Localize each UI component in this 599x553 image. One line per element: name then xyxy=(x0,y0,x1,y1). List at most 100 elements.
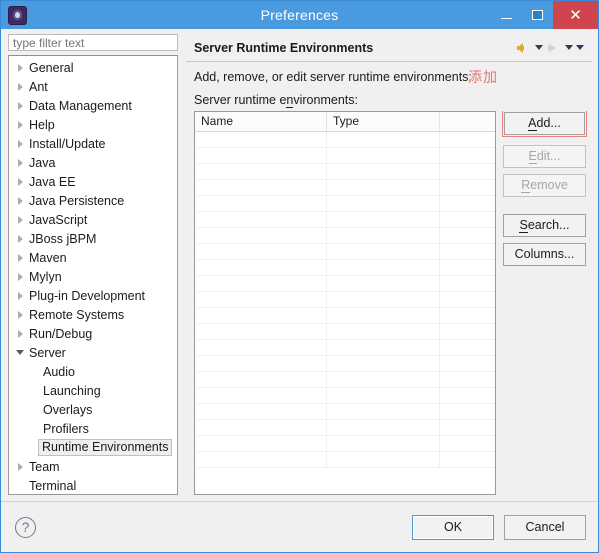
sidebar-item-label: Java EE xyxy=(29,174,76,189)
table-row[interactable] xyxy=(195,308,495,324)
chevron-right-icon[interactable] xyxy=(13,82,27,91)
edit-button: Edit... xyxy=(503,145,586,168)
minimize-icon xyxy=(501,18,512,19)
chevron-right-icon[interactable] xyxy=(13,196,27,205)
sidebar-item-data-management[interactable]: Data Management xyxy=(9,96,177,115)
help-question-icon[interactable]: ? xyxy=(15,516,36,538)
chevron-right-icon[interactable] xyxy=(13,462,27,471)
runtime-environments-table[interactable]: Name Type xyxy=(194,111,496,496)
filter-input[interactable] xyxy=(8,34,178,52)
ok-button[interactable]: OK xyxy=(412,514,494,540)
table-row[interactable] xyxy=(195,372,495,388)
add-button[interactable]: Add... xyxy=(504,112,585,135)
sidebar-item-team[interactable]: Team xyxy=(9,457,177,476)
sidebar-item-overlays[interactable]: Overlays xyxy=(9,400,177,419)
sidebar-item-maven[interactable]: Maven xyxy=(9,248,177,267)
sidebar-item-java[interactable]: Java xyxy=(9,153,177,172)
sidebar-item-plug-in-development[interactable]: Plug-in Development xyxy=(9,286,177,305)
chevron-right-icon[interactable] xyxy=(13,101,27,110)
minimize-button[interactable] xyxy=(491,1,522,29)
table-row[interactable] xyxy=(195,340,495,356)
page-title: Server Runtime Environments xyxy=(194,40,374,55)
forward-arrow-icon[interactable] xyxy=(546,41,562,55)
table-body[interactable] xyxy=(195,132,495,494)
forward-history-chevron-down-icon[interactable] xyxy=(565,45,573,50)
table-cell xyxy=(327,452,440,467)
table-row[interactable] xyxy=(195,180,495,196)
table-row[interactable] xyxy=(195,148,495,164)
chevron-right-icon[interactable] xyxy=(13,291,27,300)
table-cell xyxy=(440,452,495,467)
chevron-down-icon[interactable] xyxy=(13,350,27,356)
column-header-name[interactable]: Name xyxy=(195,112,327,131)
table-row[interactable] xyxy=(195,276,495,292)
table-row[interactable] xyxy=(195,436,495,452)
sidebar-item-jboss-jbpm[interactable]: JBoss jBPM xyxy=(9,229,177,248)
table-row[interactable] xyxy=(195,196,495,212)
column-header-type[interactable]: Type xyxy=(327,112,440,131)
table-cell xyxy=(440,308,495,323)
chevron-right-icon[interactable] xyxy=(13,329,27,338)
table-row[interactable] xyxy=(195,356,495,372)
view-menu-chevron-down-icon[interactable] xyxy=(576,45,584,50)
page-description: Add, remove, or edit server runtime envi… xyxy=(194,70,472,84)
maximize-button[interactable] xyxy=(522,1,553,29)
chevron-right-icon[interactable] xyxy=(13,310,27,319)
table-row[interactable] xyxy=(195,244,495,260)
table-cell xyxy=(440,212,495,227)
sidebar-item-label: Terminal xyxy=(29,478,77,493)
sidebar-item-ant[interactable]: Ant xyxy=(9,77,177,96)
chevron-right-icon[interactable] xyxy=(13,120,27,129)
chevron-right-icon[interactable] xyxy=(13,272,27,281)
annotation-add-label: 添加 xyxy=(468,70,498,86)
sidebar-item-launching[interactable]: Launching xyxy=(9,381,177,400)
search-button[interactable]: Search... xyxy=(503,214,586,237)
table-row[interactable] xyxy=(195,132,495,148)
column-header-extra[interactable] xyxy=(440,112,495,131)
table-action-buttons: Add... Edit... Remove Search... Columns.… xyxy=(496,111,592,495)
table-row[interactable] xyxy=(195,212,495,228)
preferences-tree[interactable]: General Ant Data Management Help Install/Upd… xyxy=(8,55,178,496)
close-icon: ✕ xyxy=(569,6,582,24)
chevron-right-icon[interactable] xyxy=(13,139,27,148)
sidebar-item-general[interactable]: General xyxy=(9,58,177,77)
table-row[interactable] xyxy=(195,292,495,308)
sidebar-item-java-ee[interactable]: Java EE xyxy=(9,172,177,191)
table-row[interactable] xyxy=(195,388,495,404)
sidebar-item-profilers[interactable]: Profilers xyxy=(9,419,177,438)
close-button[interactable]: ✕ xyxy=(553,1,598,29)
sidebar-item-remote-systems[interactable]: Remote Systems xyxy=(9,305,177,324)
sidebar-item-label: Install/Update xyxy=(29,136,106,151)
chevron-right-icon[interactable] xyxy=(13,234,27,243)
back-history-chevron-down-icon[interactable] xyxy=(535,45,543,50)
table-row[interactable] xyxy=(195,228,495,244)
table-row[interactable] xyxy=(195,164,495,180)
sidebar-item-javascript[interactable]: JavaScript xyxy=(9,210,177,229)
sidebar-item-label: Ant xyxy=(29,79,48,94)
chevron-right-icon[interactable] xyxy=(13,253,27,262)
table-row[interactable] xyxy=(195,404,495,420)
dialog-footer: ? OK Cancel xyxy=(1,502,598,552)
table-row[interactable] xyxy=(195,260,495,276)
cancel-button[interactable]: Cancel xyxy=(504,514,586,540)
chevron-right-icon[interactable] xyxy=(13,215,27,224)
sidebar-item-terminal[interactable]: Terminal xyxy=(9,476,177,494)
sidebar-item-mylyn[interactable]: Mylyn xyxy=(9,267,177,286)
chevron-right-icon[interactable] xyxy=(13,63,27,72)
chevron-right-icon[interactable] xyxy=(13,158,27,167)
sidebar-item-runtime-environments[interactable]: Runtime Environments xyxy=(9,438,177,457)
sidebar-item-install-update[interactable]: Install/Update xyxy=(9,134,177,153)
chevron-right-icon[interactable] xyxy=(13,177,27,186)
columns-button[interactable]: Columns... xyxy=(503,243,586,266)
table-cell xyxy=(195,388,327,403)
sidebar-item-server[interactable]: Server xyxy=(9,343,177,362)
table-row[interactable] xyxy=(195,324,495,340)
sidebar-item-run-debug[interactable]: Run/Debug xyxy=(9,324,177,343)
sidebar-item-audio[interactable]: Audio xyxy=(9,362,177,381)
sidebar-item-java-persistence[interactable]: Java Persistence xyxy=(9,191,177,210)
table-row[interactable] xyxy=(195,420,495,436)
table-row[interactable] xyxy=(195,452,495,468)
sidebar-item-help[interactable]: Help xyxy=(9,115,177,134)
table-cell xyxy=(440,132,495,147)
back-arrow-icon[interactable] xyxy=(516,41,532,55)
